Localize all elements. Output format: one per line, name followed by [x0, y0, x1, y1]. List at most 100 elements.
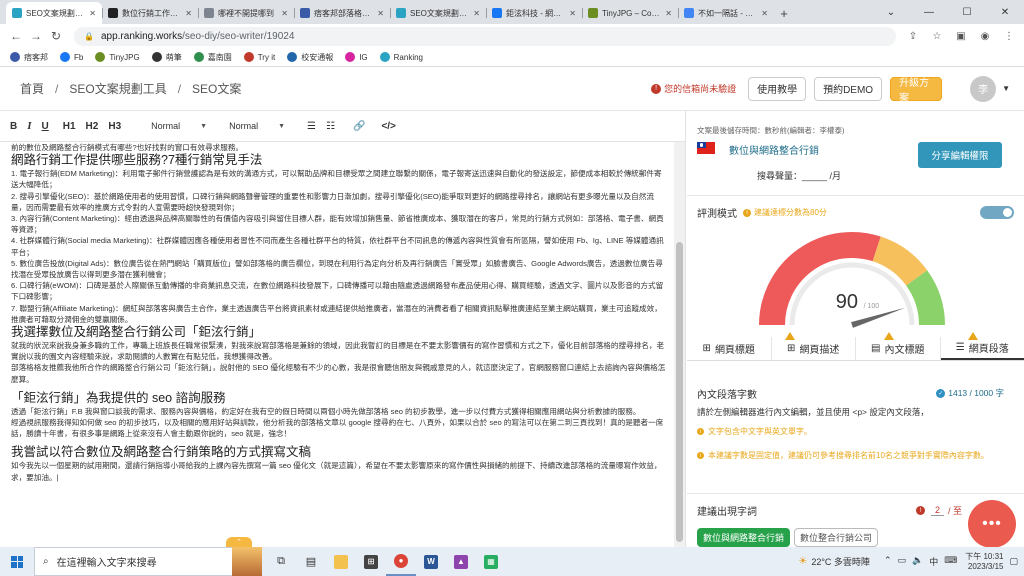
browser-tab[interactable]: 痞客邦部落格後台 ✕	[294, 2, 390, 24]
bookmark-icon	[193, 52, 204, 62]
bookmark-item[interactable]: 萌筆	[151, 52, 182, 63]
expand-toolbar-icon[interactable]: ⌃	[226, 537, 252, 547]
url-input[interactable]: 🔒 app.ranking.works/seo-diy/seo-writer/1…	[74, 26, 896, 46]
bullet-list-icon[interactable]: ☷	[326, 121, 335, 132]
upgrade-plan-button[interactable]: 升級方案	[890, 76, 943, 104]
close-tab-icon[interactable]: ✕	[569, 9, 576, 18]
close-tab-icon[interactable]: ✕	[665, 9, 672, 18]
widgets-icon[interactable]: ▤	[296, 547, 326, 576]
underline-button[interactable]: U	[42, 121, 49, 132]
email-unverified-notice[interactable]: ! 您的信箱尚未驗證	[651, 82, 736, 95]
h1-button[interactable]: H1	[63, 121, 76, 132]
bookmark-item[interactable]: 痞客邦	[10, 52, 48, 63]
network-icon[interactable]: ▭	[897, 555, 906, 568]
back-icon[interactable]: ←	[6, 26, 26, 46]
task-view-icon[interactable]: ⧉	[266, 547, 296, 576]
system-clock[interactable]: 下午 10:31 2023/3/15	[965, 552, 1003, 572]
analysis-tab[interactable]: ▤ 內文標題	[856, 337, 941, 360]
bookmark-item[interactable]: Fb	[60, 52, 83, 62]
avatar[interactable]: 李	[970, 75, 997, 102]
analysis-tab[interactable]: ⊞ 網頁標題	[687, 337, 772, 360]
close-window-button[interactable]: ✕	[986, 0, 1024, 24]
link-icon[interactable]: 🔗	[353, 121, 365, 132]
profile-icon[interactable]: ◉	[976, 27, 994, 45]
evaluation-mode-toggle[interactable]	[980, 206, 1014, 219]
browser-tab[interactable]: 哪裡不開提哪到 ✕	[198, 2, 294, 24]
chrome-icon[interactable]: ●	[386, 547, 416, 576]
close-tab-icon[interactable]: ✕	[185, 9, 192, 18]
font-size-select[interactable]: Normal ▼	[151, 121, 207, 131]
chat-fab-button[interactable]: •••	[968, 500, 1016, 548]
scrollbar-thumb[interactable]	[676, 242, 683, 542]
close-tab-icon[interactable]: ✕	[377, 9, 384, 18]
chevron-down-icon[interactable]: ▼	[1002, 84, 1010, 93]
bookmark-item[interactable]: 嘉南園	[193, 52, 232, 63]
tray-icons: ⌃ ▭ 🔈 中 ⌨	[884, 555, 957, 568]
editor-content[interactable]: 前的數位及網路整合行銷模式有哪些?也好找對的窗口有效尋求服務。 網路行銷工作提供哪…	[0, 142, 675, 547]
suggested-term-chip[interactable]: 數位整合行銷公司	[794, 528, 879, 547]
ime-icon[interactable]: ⌨	[944, 555, 957, 568]
address-row: ← → ↻ 🔒 app.ranking.works/seo-diy/seo-wr…	[0, 24, 1024, 48]
analysis-tab[interactable]: ☰ 網頁段落	[940, 337, 1024, 360]
browser-tab-title: 鉅泫科技 - 網路整合	[506, 8, 566, 18]
browser-tab[interactable]: SEO文案規劃工具 ✕	[390, 2, 486, 24]
format-select[interactable]: Normal ▼	[229, 121, 285, 131]
bold-button[interactable]: B	[10, 121, 17, 132]
close-tab-icon[interactable]: ✕	[89, 9, 96, 18]
bookmark-item[interactable]: TinyJPG	[95, 52, 140, 62]
bookmark-item[interactable]: Ranking	[379, 52, 423, 62]
close-tab-icon[interactable]: ✕	[473, 9, 480, 18]
browser-menu-icon[interactable]: ⋮	[1000, 27, 1018, 45]
forward-icon[interactable]: →	[26, 26, 46, 46]
word-icon[interactable]: W	[416, 547, 446, 576]
tab-search-icon[interactable]: ⌄	[872, 0, 910, 24]
suggested-term-chip[interactable]: 數位與網路整合行銷	[697, 528, 791, 547]
system-tray: ☀ 22°C 多雲時陣 ⌃ ▭ 🔈 中 ⌨ 下午 10:31 2023/3/15 ▢	[798, 547, 1024, 576]
input-language[interactable]: 中	[929, 555, 938, 568]
browser-tab[interactable]: 鉅泫科技 - 網路整合✕	[486, 2, 582, 24]
lock-icon[interactable]: 🔒	[84, 32, 94, 41]
reload-icon[interactable]: ↻	[46, 26, 66, 46]
minimize-button[interactable]: —	[910, 0, 948, 24]
start-button[interactable]	[0, 547, 34, 576]
store-icon[interactable]: ⊞	[356, 547, 386, 576]
browser-tab[interactable]: 不如一隔話 - Goo ✕	[678, 2, 774, 24]
h2-button[interactable]: H2	[86, 121, 99, 132]
book-demo-button[interactable]: 預約DEMO	[814, 76, 883, 101]
bookmark-item[interactable]: 校安通報	[287, 52, 333, 63]
browser-tab[interactable]: SEO文案規劃工具 ✕	[6, 2, 102, 24]
score-gauge	[759, 232, 945, 328]
chevron-up-icon[interactable]: ⌃	[884, 555, 892, 568]
italic-button[interactable]: I	[27, 120, 31, 132]
maximize-button[interactable]: ☐	[948, 0, 986, 24]
crumb-seo-tool[interactable]: SEO文案規劃工具	[69, 82, 166, 96]
browser-tab[interactable]: TinyJPG – Comp ✕	[582, 2, 678, 24]
share-page-icon[interactable]: ⇪	[904, 27, 922, 45]
crumb-home[interactable]: 首頁	[20, 82, 44, 96]
tutorial-button[interactable]: 使用教學	[748, 76, 807, 101]
close-tab-icon[interactable]: ✕	[281, 9, 288, 18]
side-panel-icon[interactable]: ▣	[952, 27, 970, 45]
photos-icon[interactable]: ▦	[476, 547, 506, 576]
new-tab-button[interactable]: +	[774, 2, 794, 24]
close-tab-icon[interactable]: ✕	[761, 9, 768, 18]
bookmark-star-icon[interactable]: ☆	[928, 27, 946, 45]
editor-scrollbar[interactable]	[674, 142, 685, 547]
code-icon[interactable]: </>	[381, 121, 395, 132]
volume-icon[interactable]: 🔈	[912, 555, 923, 568]
notification-icon[interactable]: ▢	[1009, 556, 1018, 567]
taskbar-search-input[interactable]: ⌕ 在這裡輸入文字來搜尋	[34, 547, 234, 576]
bookmark-item[interactable]: Try it	[243, 52, 275, 62]
app-icon[interactable]: ▲	[446, 547, 476, 576]
file-explorer-icon[interactable]	[326, 547, 356, 576]
bookmark-icon	[151, 52, 162, 62]
analysis-tab[interactable]: ⊞ 網頁描述	[772, 337, 856, 360]
browser-tab[interactable]: 數位行銷工作內容 ✕	[102, 2, 198, 24]
suggested-terms-count: ! 2/ 至	[915, 504, 962, 517]
share-edit-permission-button[interactable]: 分享編輯權限	[918, 142, 1002, 168]
h3-button[interactable]: H3	[108, 121, 121, 132]
weather-widget[interactable]: ☀ 22°C 多雲時陣	[798, 555, 870, 568]
evaluation-hint-text: 建議達標分數為80分	[754, 208, 827, 217]
ordered-list-icon[interactable]: ☰	[307, 121, 316, 132]
bookmark-item[interactable]: IG	[345, 52, 368, 62]
